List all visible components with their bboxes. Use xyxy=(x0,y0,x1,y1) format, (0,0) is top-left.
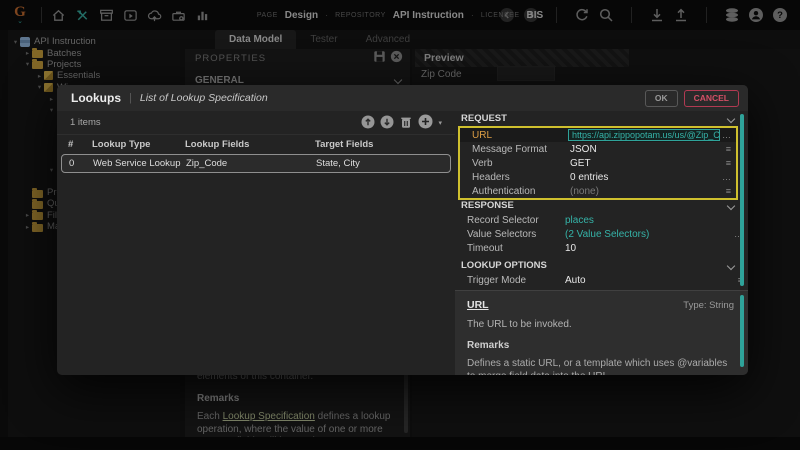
col-lookup-fields: Lookup Fields xyxy=(185,139,249,150)
title-separator: | xyxy=(129,92,132,104)
items-count: 1 items xyxy=(70,117,101,128)
property-value: (none) xyxy=(570,186,599,197)
request-section-header[interactable]: REQUEST xyxy=(455,112,748,125)
property-row-headers[interactable]: Headers 0 entries … xyxy=(460,170,736,184)
property-label: Message Format xyxy=(472,144,547,155)
col-target-fields: Target Fields xyxy=(315,139,373,150)
property-row-trigger-mode[interactable]: Trigger Mode Auto ≡ xyxy=(455,273,748,287)
dialog-title: Lookups xyxy=(71,91,121,105)
property-label: Timeout xyxy=(467,243,503,254)
property-row-message-format[interactable]: Message Format JSON ≡ xyxy=(460,142,736,156)
add-icon[interactable] xyxy=(418,114,433,132)
scrollbar-thumb[interactable] xyxy=(740,114,744,286)
request-section-title: REQUEST xyxy=(461,113,507,124)
property-row-value-selectors[interactable]: Value Selectors (2 Value Selectors) … xyxy=(455,227,748,241)
dropdown-button[interactable]: ≡ xyxy=(726,144,731,154)
property-label: URL xyxy=(472,130,492,141)
property-value: JSON xyxy=(570,144,597,155)
property-label: Verb xyxy=(472,158,493,169)
delete-icon[interactable] xyxy=(399,115,413,132)
response-section-title: RESPONSE xyxy=(461,200,514,211)
property-value: 0 entries xyxy=(570,172,608,183)
lookup-options-section-title: LOOKUP OPTIONS xyxy=(461,260,547,271)
property-value: places xyxy=(565,215,594,226)
lookup-list-pane: 1 items ▾ # Lookup Type Lookup Fields Ta… xyxy=(57,111,455,375)
ellipsis-button[interactable]: … xyxy=(722,130,731,140)
response-section-header[interactable]: RESPONSE xyxy=(455,199,748,212)
help-property-name: URL xyxy=(467,299,489,311)
property-help-pane: URL Type: String The URL to be invoked. … xyxy=(455,290,748,375)
cell-lookup-type: Web Service Lookup xyxy=(93,158,181,169)
property-value: GET xyxy=(570,158,591,169)
col-lookup-type: Lookup Type xyxy=(92,139,150,150)
col-index: # xyxy=(68,139,73,150)
property-label: Value Selectors xyxy=(467,229,536,240)
cell-target-fields: State, City xyxy=(316,158,360,169)
help-remarks-title: Remarks xyxy=(467,340,734,351)
lookup-options-section-header[interactable]: LOOKUP OPTIONS xyxy=(455,259,748,272)
lookups-dialog: Lookups | List of Lookup Specification O… xyxy=(57,85,748,375)
property-value: 10 xyxy=(565,243,576,254)
property-row-authentication[interactable]: Authentication (none) ≡ xyxy=(460,184,736,198)
property-value: (2 Value Selectors) xyxy=(565,229,649,240)
move-down-icon[interactable] xyxy=(380,115,394,132)
chevron-down-icon xyxy=(727,261,735,269)
property-row-url[interactable]: URL https://api.zippopotam.us/us/@Zip_C.… xyxy=(460,128,736,142)
table-row[interactable]: 0 Web Service Lookup Zip_Code State, Cit… xyxy=(61,154,451,173)
property-label: Trigger Mode xyxy=(467,275,526,286)
table-header: # Lookup Type Lookup Fields Target Field… xyxy=(61,139,451,152)
chevron-down-icon xyxy=(727,201,735,209)
scrollbar-thumb[interactable] xyxy=(740,295,744,367)
dialog-subtitle: List of Lookup Specification xyxy=(140,92,268,104)
app-window: G ⌄ PAGE Design · REPOSITORY API Instruc… xyxy=(0,0,800,450)
cell-index: 0 xyxy=(69,158,74,169)
dialog-title-bar: Lookups | List of Lookup Specification O… xyxy=(57,85,748,111)
request-highlight-group: URL https://api.zippopotam.us/us/@Zip_C.… xyxy=(458,126,738,200)
property-grid: REQUEST URL https://api.zippopotam.us/us… xyxy=(455,111,748,375)
cell-lookup-fields: Zip_Code xyxy=(186,158,227,169)
move-up-icon[interactable] xyxy=(361,115,375,132)
url-value-box[interactable]: https://api.zippopotam.us/us/@Zip_C... xyxy=(568,129,720,141)
dropdown-button[interactable]: ≡ xyxy=(726,186,731,196)
help-description: The URL to be invoked. xyxy=(467,319,734,330)
property-row-timeout[interactable]: Timeout 10 xyxy=(455,241,748,255)
property-row-record-selector[interactable]: Record Selector places xyxy=(455,213,748,227)
property-label: Headers xyxy=(472,172,510,183)
add-dropdown-caret-icon[interactable]: ▾ xyxy=(438,119,442,127)
cancel-button[interactable]: CANCEL xyxy=(684,90,739,107)
ellipsis-button[interactable]: … xyxy=(722,172,731,182)
dropdown-button[interactable]: ≡ xyxy=(726,158,731,168)
help-property-type: Type: String xyxy=(683,300,734,311)
property-row-verb[interactable]: Verb GET ≡ xyxy=(460,156,736,170)
property-value: Auto xyxy=(565,275,586,286)
chevron-down-icon xyxy=(727,114,735,122)
list-toolbar: 1 items ▾ xyxy=(57,111,455,135)
help-remarks-text: Defines a static URL, or a template whic… xyxy=(467,357,734,375)
property-label: Authentication xyxy=(472,186,535,197)
property-label: Record Selector xyxy=(467,215,539,226)
ok-button[interactable]: OK xyxy=(645,90,678,107)
